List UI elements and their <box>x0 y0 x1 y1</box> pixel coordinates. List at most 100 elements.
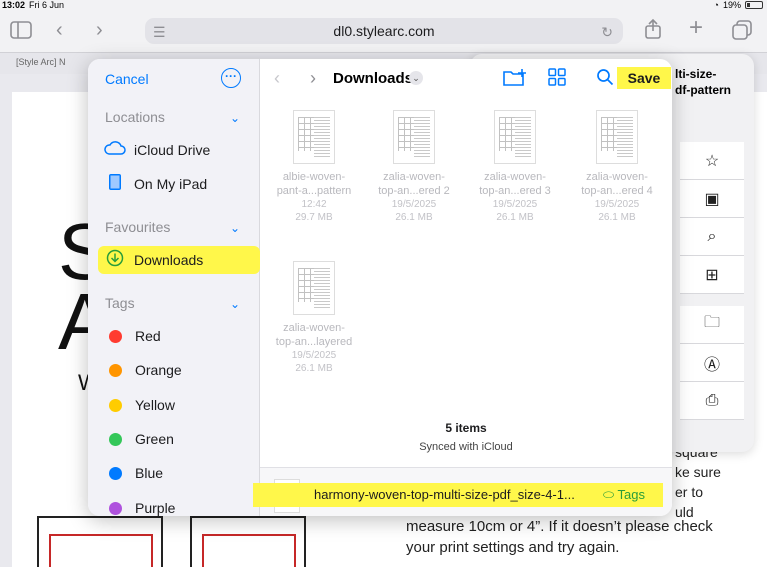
search-icon[interactable] <box>596 68 614 91</box>
sidebar-item-label: Downloads <box>134 252 204 268</box>
cloud-icon <box>104 141 126 159</box>
test-square-inner <box>202 534 296 567</box>
file-item[interactable]: albie-woven- pant-a...pattern 12:42 29.7… <box>265 110 363 224</box>
tags-button[interactable]: ⬭ Tags <box>603 487 645 503</box>
find-on-page-icon[interactable]: ⌕ <box>680 218 744 256</box>
chevron-down-icon[interactable]: ⌄ <box>230 297 240 311</box>
battery-icon <box>745 1 763 9</box>
share-actions-list: ☆ ▣ ⌕ ⊞ 🗀 Ⓐ ⎙ <box>680 142 744 420</box>
tags-header[interactable]: Tags <box>105 295 135 311</box>
share-icon[interactable] <box>643 18 663 44</box>
ipad-icon <box>104 173 126 195</box>
sidebar-tag-yellow[interactable]: Yellow <box>104 391 175 419</box>
markup-icon[interactable]: Ⓐ <box>680 344 744 382</box>
file-item[interactable]: zalia-woven- top-an...ered 4 19/5/2025 2… <box>568 110 666 224</box>
tag-dot <box>109 501 122 515</box>
filename-input[interactable]: harmony-woven-top-multi-size-pdf_size-4-… <box>314 487 575 502</box>
reload-icon[interactable]: ↻ <box>601 22 613 42</box>
sidebar-tag-purple[interactable]: Purple <box>104 494 175 516</box>
test-square <box>190 516 306 567</box>
more-options-icon[interactable]: ··· <box>221 68 241 88</box>
pdf-thumbnail <box>596 110 638 164</box>
sidebar-tag-red[interactable]: Red <box>104 322 161 350</box>
chevron-down-icon[interactable]: ⌄ <box>230 111 240 125</box>
share-sheet-title: lti-size- df-pattern <box>675 66 731 98</box>
file-name: zalia-woven- <box>586 171 648 183</box>
save-button[interactable]: Save <box>617 67 671 89</box>
pdf-thumbnail <box>293 261 335 315</box>
pdf-thumbnail <box>494 110 536 164</box>
print-icon[interactable]: ⎙ <box>680 382 744 420</box>
file-name: top-an...ered 3 <box>479 185 551 197</box>
file-size: 26.1 MB <box>295 363 333 374</box>
file-name: zalia-woven- <box>484 171 546 183</box>
file-name: pant-a...pattern <box>276 185 352 197</box>
sidebar-tag-blue[interactable]: Blue <box>104 459 163 487</box>
file-size: 29.7 MB <box>295 212 333 223</box>
tags-label: Tags <box>617 487 645 502</box>
back-icon[interactable]: ‹ <box>56 20 63 40</box>
tab-title[interactable]: [Style Arc] N <box>16 57 66 67</box>
star-icon[interactable]: ☆ <box>680 142 744 180</box>
sidebar-item-label: iCloud Drive <box>134 142 211 158</box>
url-field[interactable]: ☰ dl0.stylearc.com ↻ <box>145 18 623 44</box>
grid-view-icon[interactable] <box>548 68 566 91</box>
forward-icon[interactable]: › <box>96 20 103 40</box>
file-size: 26.1 MB <box>496 212 534 223</box>
file-date: 19/5/2025 <box>291 350 337 361</box>
sidebar-item-on-my-ipad[interactable]: On My iPad <box>104 170 207 198</box>
page-paragraph: your print settings and try again. <box>406 539 620 556</box>
reading-list-icon[interactable]: ▣ <box>680 180 744 218</box>
sidebar-item-label: Red <box>135 328 161 344</box>
file-date: 19/5/2025 <box>391 199 437 210</box>
tag-icon: ⬭ <box>603 487 615 502</box>
page-fragment: er to <box>675 484 704 500</box>
file-name: top-an...ered 2 <box>378 185 450 197</box>
sidebar-item-label: Yellow <box>135 397 175 413</box>
filename-field[interactable]: harmony-woven-top-multi-size-pdf_size-4-… <box>253 483 663 507</box>
sidebar-item-icloud-drive[interactable]: iCloud Drive <box>104 136 210 164</box>
tag-dot <box>109 363 122 377</box>
file-item[interactable]: zalia-woven- top-an...layered 19/5/2025 … <box>265 261 363 375</box>
file-size: 26.1 MB <box>598 212 636 223</box>
cancel-button[interactable]: Cancel <box>105 71 149 87</box>
file-name: top-an...ered 4 <box>581 185 653 197</box>
files-content: ‹ › Downloads ⌄ Save albie-woven- pant-a… <box>253 59 672 516</box>
file-date: 19/5/2025 <box>492 199 538 210</box>
pdf-thumbnail <box>293 110 335 164</box>
sync-status: Synced with iCloud <box>419 441 513 453</box>
sidebar-item-downloads[interactable]: Downloads <box>98 246 260 274</box>
add-to-home-icon[interactable]: ⊞ <box>680 256 744 294</box>
file-item[interactable]: zalia-woven- top-an...ered 2 19/5/2025 2… <box>365 110 463 224</box>
share-title-line: df-pattern <box>675 83 731 97</box>
file-date: 12:42 <box>301 199 327 210</box>
file-name: top-an...layered <box>275 336 353 348</box>
sidebar-tag-green[interactable]: Green <box>104 425 174 453</box>
sidebar-item-label: Green <box>135 431 174 447</box>
page-paragraph: measure 10cm or 4”. If it doesn’t please… <box>406 518 713 535</box>
folder-icon[interactable]: 🗀 <box>680 306 744 344</box>
file-size: 26.1 MB <box>395 212 433 223</box>
sidebar-toggle-icon[interactable] <box>10 21 32 43</box>
download-circle-icon <box>104 249 126 271</box>
tabs-overview-icon[interactable] <box>732 20 752 44</box>
folder-title[interactable]: Downloads <box>333 70 413 87</box>
items-count: 5 items <box>445 421 487 435</box>
chevron-down-icon[interactable]: ⌄ <box>409 71 423 85</box>
file-item[interactable]: zalia-woven- top-an...ered 3 19/5/2025 2… <box>466 110 564 224</box>
favourites-header[interactable]: Favourites <box>105 219 170 235</box>
tag-dot <box>109 466 122 480</box>
share-title-line: lti-size- <box>675 67 717 81</box>
new-folder-icon[interactable] <box>503 68 527 93</box>
status-time: 13:02 <box>2 0 26 10</box>
back-icon[interactable]: ‹ <box>274 68 280 89</box>
chevron-down-icon[interactable]: ⌄ <box>230 221 240 235</box>
forward-icon[interactable]: › <box>310 68 316 89</box>
new-tab-icon[interactable]: + <box>689 16 703 40</box>
tag-dot <box>109 432 122 446</box>
pdf-thumbnail <box>393 110 435 164</box>
sidebar-tag-orange[interactable]: Orange <box>104 356 182 384</box>
locations-header[interactable]: Locations <box>105 109 165 125</box>
tag-dot <box>109 329 122 343</box>
files-sidebar: Cancel ··· Locations ⌄ iCloud Drive On M… <box>88 59 260 516</box>
